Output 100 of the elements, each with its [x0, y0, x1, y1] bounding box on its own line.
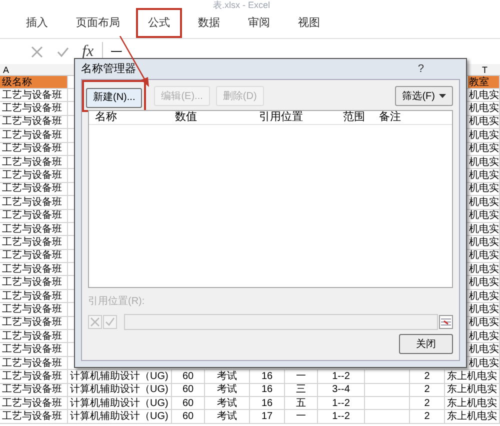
range-picker-icon[interactable] [439, 315, 453, 329]
table-cell: 工艺与设备班 [2, 343, 62, 356]
check-icon[interactable] [56, 44, 70, 58]
table-cell: 机电实 [469, 290, 499, 302]
table-cell: 工艺与设备班 [2, 169, 62, 182]
table-cell: 计算机辅助设计（UG) [70, 370, 168, 383]
list-column-header[interactable]: 名称 [95, 111, 117, 124]
column-header[interactable]: A [3, 65, 10, 75]
table-cell: 机电实 [469, 116, 499, 128]
dialog-title: 名称管理器 [81, 62, 136, 77]
table-cell: 16 [261, 396, 273, 410]
list-column-header[interactable]: 备注 [379, 111, 401, 124]
table-cell: 机电实 [469, 263, 499, 276]
table-cell: 工艺与设备班 [2, 356, 62, 370]
table-cell: 机电实 [469, 102, 499, 115]
list-column-header[interactable]: 范围 [343, 111, 365, 124]
ribbon-tab[interactable]: 视图 [286, 8, 332, 38]
table-cell: 16 [261, 370, 273, 383]
table-cell: 东上机电实 [447, 410, 497, 423]
table-cell: 机电实 [469, 330, 499, 342]
table-cell: 机电实 [469, 129, 499, 142]
table-cell: 工艺与设备班 [2, 276, 62, 289]
ribbon-tab[interactable]: 页面布局 [64, 8, 132, 38]
table-cell: 机电实 [469, 316, 499, 329]
table-cell: 机电实 [469, 169, 499, 182]
table-cell: 工艺与设备班 [2, 156, 62, 168]
dropdown-icon [439, 94, 446, 98]
table-cell: 考试 [217, 410, 237, 423]
list-column-header[interactable]: 数值 [175, 111, 197, 124]
help-button[interactable]: ? [418, 60, 424, 78]
table-cell: 机电实 [469, 356, 499, 370]
table-cell: 计算机辅助设计（UG) [70, 410, 168, 423]
table-cell: 教室 [469, 76, 489, 88]
table-cell: 机电实 [469, 303, 499, 316]
table-cell: 机电实 [469, 343, 499, 356]
table-cell: 工艺与设备班 [2, 316, 62, 329]
table-cell: 机电实 [469, 222, 499, 236]
table-cell: 机电实 [469, 276, 499, 289]
ribbon-tab[interactable]: 数据 [186, 8, 232, 38]
table-cell: 17 [261, 410, 273, 423]
ribbon-tab[interactable]: 公式 [136, 8, 182, 38]
list-column-header[interactable]: 引用位置 [259, 111, 303, 124]
table-cell: 60 [182, 384, 194, 396]
table-cell: 16 [261, 384, 273, 396]
table-cell: 机电实 [469, 182, 499, 196]
table-cell: 计算机辅助设计（UG) [70, 384, 168, 396]
table-cell: 计算机辅助设计（UG) [70, 396, 168, 410]
table-cell: 工艺与设备班 [2, 384, 62, 396]
table-cell: 工艺与设备班 [2, 196, 62, 208]
table-cell: 工艺与设备班 [2, 210, 62, 222]
column-header[interactable]: T [482, 65, 488, 75]
table-cell: 三 [296, 384, 306, 396]
filter-button[interactable]: 筛选(F) [395, 86, 453, 106]
table-cell: 工艺与设备班 [2, 290, 62, 302]
table-cell: 工艺与设备班 [2, 222, 62, 236]
table-cell: 一 [296, 370, 306, 383]
table-cell: 工艺与设备班 [2, 89, 62, 102]
table-cell: 2 [424, 396, 430, 410]
table-cell: 工艺与设备班 [2, 129, 62, 142]
dialog-button[interactable]: 新建(N)... [86, 88, 142, 108]
table-cell: 2 [424, 384, 430, 396]
close-button[interactable]: 关闭 [399, 334, 453, 354]
table-cell: 工艺与设备班 [2, 330, 62, 342]
table-cell: 60 [182, 370, 194, 383]
names-list[interactable]: 名称 数值 引用位置 范围 备注 [88, 110, 453, 288]
ribbon-tab[interactable]: 审阅 [236, 8, 282, 38]
table-cell: 工艺与设备班 [2, 410, 62, 423]
table-cell: 1--2 [332, 396, 350, 410]
table-cell: 机电实 [469, 89, 499, 102]
table-cell: 东上机电实 [447, 370, 497, 383]
table-cell: 工艺与设备班 [2, 396, 62, 410]
table-cell: 机电实 [469, 156, 499, 168]
table-cell: 机电实 [469, 142, 499, 155]
table-cell: 东上机电实 [447, 384, 497, 396]
table-cell: 3--4 [332, 384, 350, 396]
table-cell: 一 [296, 410, 306, 423]
table-cell: 考试 [217, 396, 237, 410]
table-cell: 工艺与设备班 [2, 102, 62, 115]
table-cell: 60 [182, 410, 194, 423]
table-cell: 机电实 [469, 210, 499, 222]
table-cell: 工艺与设备班 [2, 142, 62, 155]
table-cell: 2 [424, 410, 430, 423]
table-cell: 机电实 [469, 196, 499, 208]
reference-label: 引用位置(R): [88, 294, 146, 309]
table-cell: 考试 [217, 370, 237, 383]
table-cell: 工艺与设备班 [2, 182, 62, 196]
table-cell: 机电实 [469, 236, 499, 249]
cancel-icon[interactable] [88, 315, 102, 329]
table-cell: 工艺与设备班 [2, 236, 62, 249]
table-cell: 工艺与设备班 [2, 263, 62, 276]
check-icon[interactable] [103, 315, 117, 329]
table-cell: 东上机电实 [447, 396, 497, 410]
table-cell: 级名称 [2, 76, 32, 88]
table-cell: 工艺与设备班 [2, 116, 62, 128]
table-cell: 五 [296, 396, 306, 410]
table-cell: 2 [424, 370, 430, 383]
ribbon-tab[interactable]: 插入 [14, 8, 60, 38]
table-cell: 1--2 [332, 410, 350, 423]
table-cell: 工艺与设备班 [2, 303, 62, 316]
cancel-icon[interactable] [30, 44, 44, 58]
